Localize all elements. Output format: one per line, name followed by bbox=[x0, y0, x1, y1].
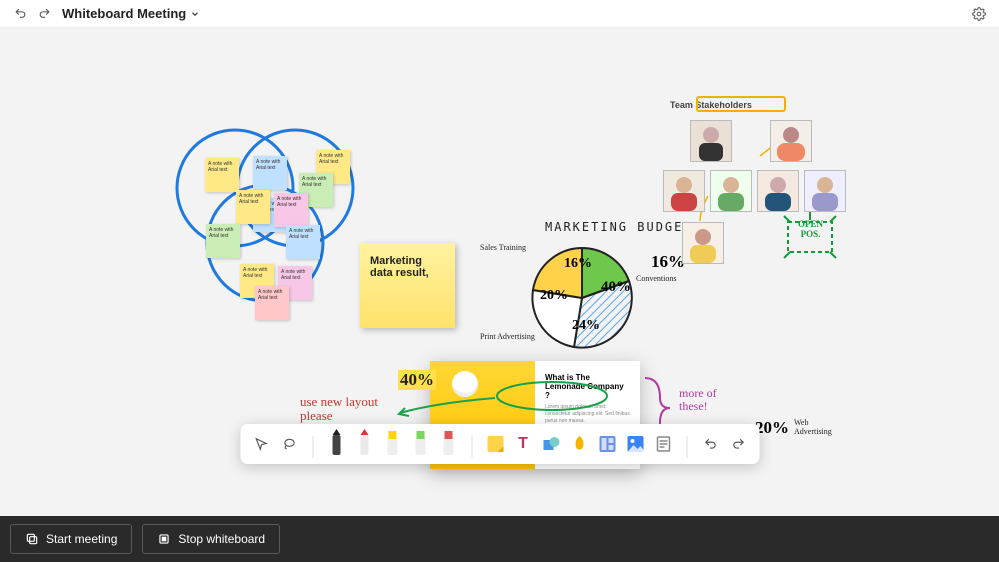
shapes-tool[interactable] bbox=[542, 430, 560, 458]
stop-whiteboard-label: Stop whiteboard bbox=[178, 532, 265, 546]
meeting-bar: Start meeting Stop whiteboard bbox=[0, 516, 999, 562]
sticky-tool[interactable] bbox=[486, 430, 504, 458]
image-tool[interactable] bbox=[626, 430, 644, 458]
sticky-small[interactable]: A note with Arial text bbox=[255, 286, 289, 320]
board-title[interactable]: Whiteboard Meeting bbox=[62, 6, 200, 21]
start-meeting-button[interactable]: Start meeting bbox=[10, 524, 132, 554]
redo-tool[interactable] bbox=[729, 430, 747, 458]
redo-icon[interactable] bbox=[35, 5, 53, 23]
pen-red[interactable] bbox=[355, 430, 373, 458]
pie-slice-label: 40% bbox=[601, 279, 631, 296]
board-title-text: Whiteboard Meeting bbox=[62, 6, 186, 21]
undo-icon[interactable] bbox=[11, 5, 29, 23]
select-tool[interactable] bbox=[252, 430, 270, 458]
pie-callout-pct: 16% bbox=[651, 252, 685, 272]
sticky-small[interactable]: A note with Arial text bbox=[206, 224, 240, 258]
templates-tool[interactable] bbox=[598, 430, 616, 458]
annotation-pct-left: 40% bbox=[398, 370, 436, 390]
highlighter-green[interactable] bbox=[411, 430, 429, 458]
sticky-small[interactable]: A note with Arial text bbox=[253, 156, 287, 190]
text-tool[interactable]: T bbox=[514, 430, 532, 458]
annotation-left: use new layout please bbox=[300, 395, 410, 424]
sticky-small[interactable]: A note with Arial text bbox=[205, 158, 239, 192]
pen-black[interactable] bbox=[327, 430, 345, 458]
pie-label-web: Web Advertising bbox=[794, 418, 834, 436]
avatar bbox=[663, 170, 705, 212]
avatar bbox=[710, 170, 752, 212]
highlight-box bbox=[696, 96, 786, 112]
annotation-right: more of these! bbox=[679, 387, 739, 413]
sticky-small[interactable]: A note with Arial text bbox=[236, 190, 270, 224]
copy-icon bbox=[25, 532, 39, 546]
pie-label-conv: Conventions bbox=[636, 274, 676, 283]
pie-slice-label: 16% bbox=[564, 256, 592, 272]
pie-slice-label: 24% bbox=[572, 318, 600, 334]
start-meeting-label: Start meeting bbox=[46, 532, 117, 546]
sticky-note-big[interactable]: Marketing data result, bbox=[360, 243, 455, 328]
undo-tool[interactable] bbox=[701, 430, 719, 458]
annotation-pct-right: 20% bbox=[755, 418, 789, 438]
chevron-down-icon bbox=[190, 9, 200, 19]
highlighter-yellow[interactable] bbox=[383, 430, 401, 458]
gear-icon[interactable] bbox=[970, 5, 988, 23]
sticky-small[interactable]: A note with Arial text bbox=[286, 225, 320, 259]
sticky-small[interactable]: A note with Arial text bbox=[274, 193, 308, 227]
pie-label-sales: Sales Training bbox=[480, 243, 526, 252]
open-position-label: OPEN POS. bbox=[788, 220, 833, 255]
team-header-text: Team bbox=[670, 100, 695, 110]
reaction-tool[interactable] bbox=[570, 430, 588, 458]
avatar bbox=[770, 120, 812, 162]
whiteboard-canvas[interactable]: A note with Arial text A note with Arial… bbox=[0, 28, 999, 516]
pie-slice-label: 20% bbox=[540, 288, 568, 304]
avatar bbox=[682, 222, 724, 264]
stop-icon bbox=[157, 532, 171, 546]
highlighter-red[interactable] bbox=[439, 430, 457, 458]
avatar bbox=[690, 120, 732, 162]
pie-label-print: Print Advertising bbox=[480, 332, 535, 341]
lasso-tool[interactable] bbox=[280, 430, 298, 458]
stop-whiteboard-button[interactable]: Stop whiteboard bbox=[142, 524, 280, 554]
team-header: Team Stakeholders bbox=[670, 100, 752, 110]
avatar bbox=[804, 170, 846, 212]
sticky-note-text: Marketing data result, bbox=[370, 255, 429, 279]
avatar bbox=[757, 170, 799, 212]
document-tool[interactable] bbox=[654, 430, 672, 458]
tool-palette: T bbox=[240, 424, 759, 464]
